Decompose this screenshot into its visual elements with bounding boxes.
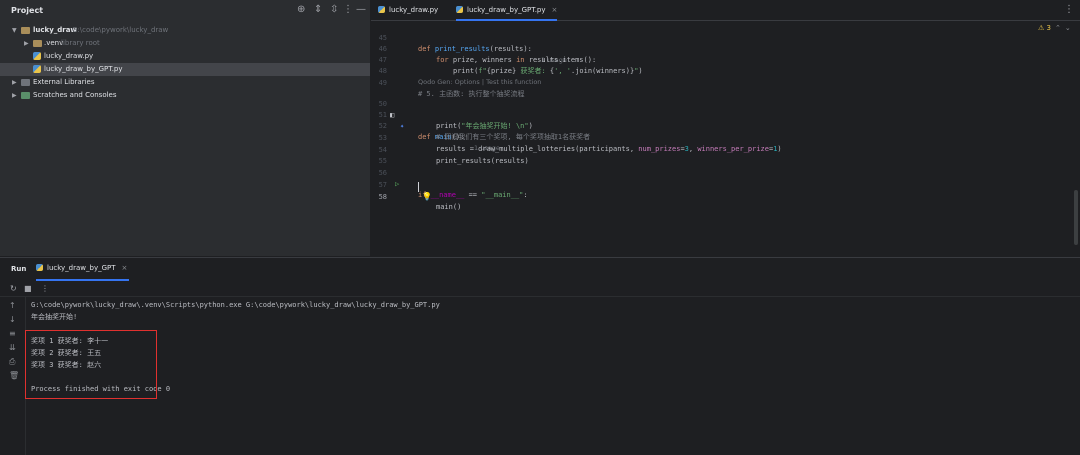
locate-icon[interactable]: ⊕ — [297, 4, 305, 15]
python-file-icon — [36, 264, 43, 271]
venv-note: library root — [61, 39, 100, 47]
soft-wrap-icon[interactable]: ≡ — [9, 329, 16, 338]
run-tab-label: lucky_draw_by_GPT — [47, 264, 116, 272]
tree-item-lucky-draw-by-gpt[interactable]: lucky_draw_by_GPT.py — [0, 63, 370, 76]
python-file-icon — [378, 6, 385, 13]
tab-lucky-draw-by-gpt[interactable]: lucky_draw_by_GPT.py × — [456, 0, 558, 21]
tree-item-lucky-draw[interactable]: lucky_draw.py — [0, 50, 370, 63]
more-options-icon[interactable]: ⋮ — [343, 4, 353, 15]
stop-icon[interactable]: ■ — [24, 284, 32, 293]
code-line: 53 results = draw_multiple_lotteries(par… — [371, 122, 1080, 153]
file-label: lucky_draw.py — [44, 52, 94, 60]
arrow-down-icon[interactable]: ↓ — [9, 315, 16, 324]
code-line: 45 def print_results(results): 1 usage — [371, 22, 1080, 64]
code-line: 54 print_results(results) — [371, 134, 1080, 165]
run-panel-header: Run lucky_draw_by_GPT × — [0, 258, 1080, 281]
project-panel-header: Project ⌄ ⊕ ⇕ ⇳ ⋮ — — [0, 0, 370, 22]
folder-icon — [33, 40, 42, 47]
editor-scrollbar[interactable] — [1074, 190, 1078, 245]
code-line: 58 — [371, 181, 1080, 201]
code-line: 51 print("年会抽奖开始! \n") — [371, 99, 1080, 130]
code-text: main() — [436, 203, 462, 211]
code-line: 48 — [371, 55, 1080, 75]
folder-icon — [21, 27, 30, 34]
project-root-path: G:\code\pywork\lucky_draw — [72, 26, 169, 34]
tab-label: lucky_draw_by_GPT.py — [467, 6, 546, 14]
arrow-up-icon[interactable]: ↑ — [9, 301, 16, 310]
close-icon[interactable]: × — [122, 264, 128, 272]
text-caret — [418, 182, 419, 192]
close-icon[interactable]: × — [552, 6, 558, 14]
code-line: 55 — [371, 145, 1080, 165]
run-side-toolbar: ↑ ↓ ≡ ⇊ ⎙ 🗑 — [0, 296, 26, 455]
tab-label: lucky_draw.py — [389, 6, 439, 14]
lightbulb-icon[interactable]: 💡 — [422, 191, 432, 202]
project-panel: Project ⌄ ⊕ ⇕ ⇳ ⋮ — ▼ lucky_draw G:\code… — [0, 0, 371, 256]
chevron-right-icon[interactable]: ▶ — [24, 37, 29, 50]
rerun-icon[interactable]: ↻ — [10, 284, 17, 293]
code-line: 52 # 假设我们有三个奖项, 每个奖项抽取1名获奖者 — [371, 110, 1080, 141]
external-libraries-label: External Libraries — [33, 78, 95, 86]
code-line: 47 print(f"{prize} 获奖者: {', '.join(winne… — [371, 44, 1080, 75]
tree-item-project-root[interactable]: ▼ lucky_draw G:\code\pywork\lucky_draw — [0, 24, 370, 37]
scratches-icon — [21, 92, 30, 99]
more-options-icon[interactable]: ⋮ — [1064, 4, 1074, 15]
code-line: 57 💡 main() — [371, 169, 1080, 211]
trash-icon[interactable]: 🗑 — [9, 371, 19, 380]
chevron-right-icon[interactable]: ▶ — [12, 89, 17, 102]
file-label: lucky_draw_by_GPT.py — [44, 65, 123, 73]
collapse-all-icon[interactable]: ⇳ — [330, 4, 338, 15]
more-options-icon[interactable]: ⋮ — [41, 284, 49, 293]
scratches-label: Scratches and Consoles — [33, 91, 117, 99]
tree-item-venv[interactable]: ▶ .venv library root — [0, 37, 370, 50]
run-panel: Run lucky_draw_by_GPT × ↻ ■ ⋮ ↑ ↓ ≡ ⇊ ⎙ 🗑… — [0, 257, 1080, 455]
expand-all-icon[interactable]: ⇕ — [314, 4, 322, 15]
line-number: 58 — [378, 193, 387, 201]
tree-item-external-libraries[interactable]: ▶ External Libraries — [0, 76, 370, 89]
tab-lucky-draw[interactable]: lucky_draw.py — [378, 0, 438, 20]
code-line: 56 ▷ if __name__ == "__main__": — [371, 157, 1080, 199]
python-file-icon — [33, 65, 41, 73]
python-file-icon — [33, 52, 41, 60]
project-root-label: lucky_draw — [33, 26, 77, 34]
print-icon[interactable]: ⎙ — [9, 357, 15, 367]
chevron-down-icon[interactable]: ▼ — [12, 24, 17, 37]
code-line: 46 for prize, winners in results.items()… — [371, 33, 1080, 64]
divider — [0, 296, 1080, 297]
editor-tab-bar: lucky_draw.py lucky_draw_by_GPT.py × ⋮ — [371, 0, 1080, 21]
tab-run-config[interactable]: lucky_draw_by_GPT × — [36, 258, 130, 281]
console-line: 年会抽奖开始! — [31, 313, 78, 321]
python-file-icon — [456, 6, 463, 13]
chevron-right-icon[interactable]: ▶ — [12, 76, 17, 89]
chevron-down-icon[interactable]: ⌄ — [37, 6, 43, 14]
code-editor[interactable]: lucky_draw.py lucky_draw_by_GPT.py × ⋮ ⚠ … — [371, 0, 1080, 256]
results-highlight-box — [25, 330, 157, 399]
run-panel-title[interactable]: Run — [11, 265, 26, 273]
library-icon — [21, 79, 30, 86]
code-inlay-hint[interactable]: Qodo Gen: Options | Test this function — [418, 77, 541, 88]
scroll-to-end-icon[interactable]: ⇊ — [9, 343, 16, 352]
code-line: 50 ◧ ✦ def main(): 1 usage — [371, 88, 1080, 152]
minimize-icon[interactable]: — — [356, 4, 366, 15]
tree-item-scratches[interactable]: ▶ Scratches and Consoles — [0, 89, 370, 102]
console-line: G:\code\pywork\lucky_draw\.venv\Scripts\… — [31, 301, 440, 309]
